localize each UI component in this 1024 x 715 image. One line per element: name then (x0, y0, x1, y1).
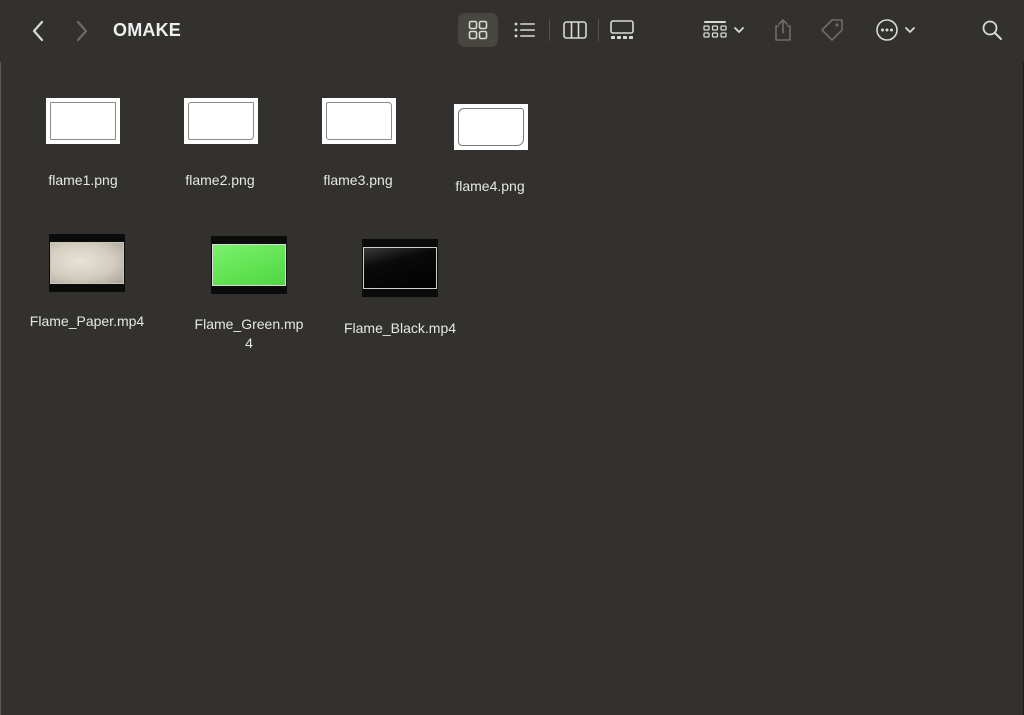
file-item-flame-black[interactable]: Flame_Black.mp4 (330, 236, 470, 346)
thumbnail-frame-border (458, 108, 524, 146)
list-icon (514, 22, 535, 38)
video-frame (50, 242, 124, 284)
group-by-button[interactable] (698, 14, 750, 46)
video-frame (212, 244, 286, 286)
forward-button[interactable] (70, 18, 94, 44)
video-frame (363, 247, 437, 289)
thumbnail-frame-border (50, 102, 116, 140)
file-name: flame2.png (185, 172, 255, 188)
ellipsis-circle-icon (875, 19, 898, 41)
video-thumbnail (211, 236, 287, 294)
file-item-flame4[interactable]: flame4.png (430, 98, 550, 198)
png-thumbnail (454, 104, 528, 150)
more-actions-button[interactable] (870, 14, 920, 46)
window-title: OMAKE (113, 20, 181, 40)
share-button[interactable] (770, 14, 796, 46)
file-name: Flame_Green.mp (194, 316, 304, 332)
png-thumbnail (46, 98, 120, 144)
png-thumbnail (184, 98, 258, 144)
file-name: flame4.png (455, 178, 525, 194)
file-item-flame2[interactable]: flame2.png (160, 92, 280, 192)
chevron-down-icon (734, 27, 744, 33)
chevron-down-icon (904, 27, 915, 33)
file-item-flame-paper[interactable]: Flame_Paper.mp4 (16, 232, 158, 342)
png-thumbnail (322, 98, 396, 144)
video-thumbnail (49, 234, 125, 292)
file-name: flame1.png (48, 172, 118, 188)
gallery-view-button[interactable] (602, 13, 642, 47)
video-thumbnail (362, 239, 438, 297)
list-view-button[interactable] (506, 13, 544, 47)
grid-icon (468, 20, 488, 40)
toolbar-separator (549, 19, 550, 41)
file-item-flame-green[interactable]: Flame_Green.mp 4 (180, 234, 318, 364)
file-grid: flame1.png flame2.png flame3.png flame4.… (0, 62, 1024, 715)
column-view-button[interactable] (556, 13, 594, 47)
chevron-left-icon (32, 20, 44, 42)
columns-icon (563, 21, 587, 39)
file-name: flame3.png (323, 172, 393, 188)
toolbar: OMAKE (0, 0, 1024, 62)
chevron-right-icon (76, 20, 88, 42)
group-by-icon (703, 21, 727, 38)
icon-view-button[interactable] (458, 13, 498, 47)
file-name: Flame_Black.mp4 (343, 320, 457, 336)
file-item-flame1[interactable]: flame1.png (23, 92, 143, 192)
thumbnail-frame-border (188, 102, 254, 140)
thumbnail-frame-border (326, 102, 392, 140)
file-name-wrap: 4 (245, 335, 253, 351)
tag-icon (821, 19, 843, 41)
file-name: Flame_Paper.mp4 (29, 313, 145, 329)
toolbar-separator (598, 19, 599, 41)
search-icon (982, 20, 1002, 40)
gallery-icon (610, 20, 634, 39)
search-button[interactable] (978, 14, 1006, 46)
tag-button[interactable] (817, 14, 847, 46)
file-item-flame3[interactable]: flame3.png (298, 92, 418, 192)
back-button[interactable] (26, 18, 50, 44)
share-icon (775, 19, 791, 41)
